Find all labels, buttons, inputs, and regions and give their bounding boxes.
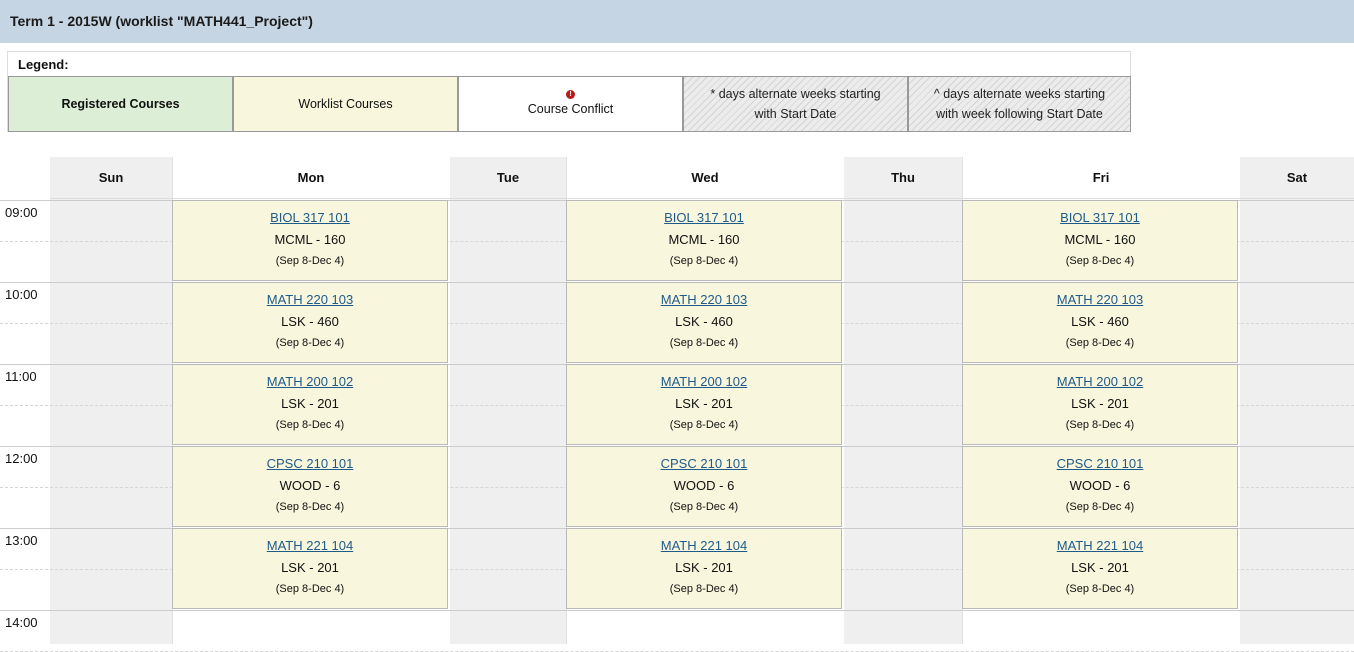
course-link[interactable]: MATH 221 104 (567, 537, 841, 555)
course-room: LSK - 201 (675, 560, 733, 575)
course-block[interactable]: MATH 200 102 LSK - 201 (Sep 8-Dec 4) (566, 364, 842, 445)
course-dates: (Sep 8-Dec 4) (669, 337, 739, 349)
course-link[interactable]: BIOL 317 101 (963, 209, 1237, 227)
day-header-sun: Sun (50, 157, 172, 199)
time-label: 10:00 (5, 287, 38, 302)
course-link[interactable]: BIOL 317 101 (173, 209, 447, 227)
course-dates: (Sep 8-Dec 4) (669, 501, 739, 513)
course-block[interactable]: CPSC 210 101 WOOD - 6 (Sep 8-Dec 4) (566, 446, 842, 527)
hour-line (0, 610, 1354, 611)
course-dates: (Sep 8-Dec 4) (1065, 337, 1135, 349)
legend-alt2-line1: ^ days alternate weeks starting (933, 87, 1106, 101)
day-header-mon: Mon (172, 157, 450, 199)
course-link[interactable]: MATH 200 102 (567, 373, 841, 391)
course-dates: (Sep 8-Dec 4) (275, 337, 345, 349)
course-dates: (Sep 8-Dec 4) (1065, 255, 1135, 267)
course-dates: (Sep 8-Dec 4) (1065, 501, 1135, 513)
course-room: MCML - 160 (1064, 232, 1136, 247)
course-room: LSK - 460 (281, 314, 339, 329)
course-link[interactable]: MATH 220 103 (173, 291, 447, 309)
course-dates: (Sep 8-Dec 4) (1065, 583, 1135, 595)
course-room: LSK - 201 (675, 396, 733, 411)
time-label: 12:00 (5, 451, 38, 466)
legend-alternate-following: ^ days alternate weeks starting with week… (908, 76, 1131, 132)
course-block[interactable]: MATH 220 103 LSK - 460 (Sep 8-Dec 4) (962, 282, 1238, 363)
course-link[interactable]: MATH 220 103 (963, 291, 1237, 309)
course-dates: (Sep 8-Dec 4) (275, 583, 345, 595)
course-room: LSK - 460 (675, 314, 733, 329)
day-header-sat: Sat (1240, 157, 1354, 199)
legend-alt2-line2: with week following Start Date (936, 107, 1103, 121)
legend-registered-label: Registered Courses (61, 97, 180, 111)
course-block[interactable]: BIOL 317 101 MCML - 160 (Sep 8-Dec 4) (962, 200, 1238, 281)
course-link[interactable]: BIOL 317 101 (567, 209, 841, 227)
legend-alternate-start: * days alternate weeks starting with Star… (683, 76, 908, 132)
legend-registered: Registered Courses (8, 76, 233, 132)
course-block[interactable]: MATH 221 104 LSK - 201 (Sep 8-Dec 4) (172, 528, 448, 609)
legend-conflict-label: Course Conflict (527, 101, 614, 116)
course-link[interactable]: CPSC 210 101 (567, 455, 841, 473)
course-dates: (Sep 8-Dec 4) (669, 419, 739, 431)
day-column-sat (1240, 157, 1354, 644)
day-column-thu (844, 157, 962, 644)
legend-worklist-label: Worklist Courses (298, 97, 393, 111)
course-room: LSK - 201 (1071, 396, 1129, 411)
weekly-calendar: Sun Mon Tue Wed Thu Fri Sat 09:00 10:00 11:00 12:0… (0, 157, 1354, 652)
conflict-icon: ! (566, 89, 575, 99)
course-room: LSK - 201 (281, 396, 339, 411)
course-block[interactable]: CPSC 210 101 WOOD - 6 (Sep 8-Dec 4) (962, 446, 1238, 527)
legend-worklist: Worklist Courses (233, 76, 458, 132)
time-label: 09:00 (5, 205, 38, 220)
day-header-fri: Fri (962, 157, 1240, 199)
course-room: WOOD - 6 (279, 478, 341, 493)
course-room: LSK - 201 (1071, 560, 1129, 575)
time-label: 13:00 (5, 533, 38, 548)
legend-label: Legend: (18, 57, 69, 72)
course-link[interactable]: CPSC 210 101 (173, 455, 447, 473)
course-room: WOOD - 6 (673, 478, 735, 493)
day-column-sun (50, 157, 172, 644)
time-label: 14:00 (5, 615, 38, 630)
course-room: LSK - 201 (281, 560, 339, 575)
course-block[interactable]: MATH 200 102 LSK - 201 (Sep 8-Dec 4) (962, 364, 1238, 445)
course-block[interactable]: CPSC 210 101 WOOD - 6 (Sep 8-Dec 4) (172, 446, 448, 527)
course-block[interactable]: MATH 220 103 LSK - 460 (Sep 8-Dec 4) (566, 282, 842, 363)
course-block[interactable]: MATH 220 103 LSK - 460 (Sep 8-Dec 4) (172, 282, 448, 363)
course-room: MCML - 160 (274, 232, 346, 247)
course-block[interactable]: BIOL 317 101 MCML - 160 (Sep 8-Dec 4) (566, 200, 842, 281)
course-room: LSK - 460 (1071, 314, 1129, 329)
term-title: Term 1 - 2015W (worklist "MATH441_Projec… (10, 13, 313, 29)
time-label: 11:00 (5, 369, 37, 384)
course-block[interactable]: BIOL 317 101 MCML - 160 (Sep 8-Dec 4) (172, 200, 448, 281)
course-room: MCML - 160 (668, 232, 740, 247)
day-header-wed: Wed (566, 157, 844, 199)
day-column-tue (450, 157, 566, 644)
legend-alt1-line2: with Start Date (754, 107, 837, 121)
course-link[interactable]: MATH 200 102 (173, 373, 447, 391)
course-dates: (Sep 8-Dec 4) (669, 255, 739, 267)
legend-conflict: ! Course Conflict (458, 76, 683, 132)
course-link[interactable]: MATH 200 102 (963, 373, 1237, 391)
day-header-tue: Tue (450, 157, 566, 199)
day-header-thu: Thu (844, 157, 962, 199)
legend-alt1-line1: * days alternate weeks starting (710, 87, 881, 101)
term-header: Term 1 - 2015W (worklist "MATH441_Projec… (0, 0, 1354, 43)
course-link[interactable]: MATH 220 103 (567, 291, 841, 309)
legend: Legend: Registered Courses Worklist Cour… (7, 51, 1131, 132)
course-block[interactable]: MATH 200 102 LSK - 201 (Sep 8-Dec 4) (172, 364, 448, 445)
course-dates: (Sep 8-Dec 4) (1065, 419, 1135, 431)
course-dates: (Sep 8-Dec 4) (275, 501, 345, 513)
course-link[interactable]: MATH 221 104 (963, 537, 1237, 555)
time-gutter (0, 157, 50, 644)
course-dates: (Sep 8-Dec 4) (669, 583, 739, 595)
course-dates: (Sep 8-Dec 4) (275, 255, 345, 267)
course-block[interactable]: MATH 221 104 LSK - 201 (Sep 8-Dec 4) (566, 528, 842, 609)
course-room: WOOD - 6 (1069, 478, 1131, 493)
course-block[interactable]: MATH 221 104 LSK - 201 (Sep 8-Dec 4) (962, 528, 1238, 609)
course-link[interactable]: CPSC 210 101 (963, 455, 1237, 473)
course-dates: (Sep 8-Dec 4) (275, 419, 345, 431)
course-link[interactable]: MATH 221 104 (173, 537, 447, 555)
